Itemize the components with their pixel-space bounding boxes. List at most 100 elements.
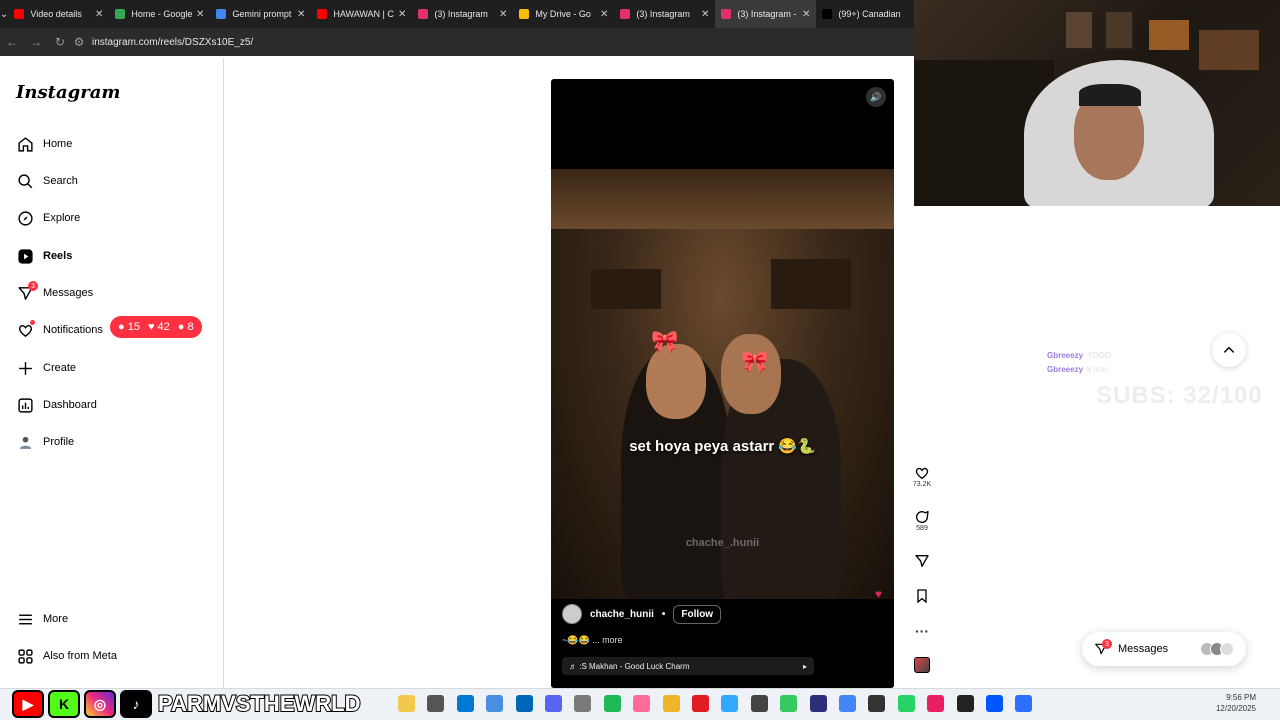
messages-pill[interactable]: Messages [1082, 632, 1246, 666]
sidebar-item-meta[interactable]: Also from Meta [16, 644, 117, 668]
reload-icon[interactable]: ↻ [48, 35, 72, 49]
subs-goal: SUBS: 32/100 [1096, 382, 1263, 409]
tab-close-icon[interactable]: ✕ [196, 9, 204, 20]
reel-caption: set hoya peya astarr 😂🐍 [629, 438, 816, 455]
taskbar-app-icon[interactable] [986, 695, 1003, 712]
back-icon[interactable]: ← [0, 35, 24, 49]
browser-tab[interactable]: (3) Instagram - ✕ [715, 0, 817, 28]
author-name[interactable]: chache_hunii [590, 609, 654, 620]
taskbar-app-icon[interactable] [574, 695, 592, 712]
browser-tab[interactable]: Video details ✕ [8, 0, 109, 28]
author-avatar[interactable] [562, 604, 582, 624]
sidebar-item-label: Dashboard [43, 399, 97, 411]
tab-close-icon[interactable]: ✕ [600, 9, 608, 20]
sidebar-item-search[interactable]: Search [16, 169, 78, 193]
tab-favicon-icon [620, 9, 631, 19]
taskbar-app-icon[interactable] [721, 695, 739, 712]
taskbar-app-icon[interactable] [633, 695, 651, 712]
browser-tab[interactable]: (99+) Canadian [816, 0, 917, 28]
compass-icon [16, 209, 34, 227]
message-avatars [1200, 642, 1234, 656]
instagram-logo[interactable]: Instagram [16, 82, 120, 103]
taskbar-app-icon[interactable] [809, 695, 827, 712]
notification-counts-pill[interactable]: ● 15 ♥ 42 ● 8 [110, 316, 202, 338]
browser-tab[interactable]: My Drive - Go ✕ [513, 0, 614, 28]
taskbar-app-icon[interactable] [427, 695, 445, 712]
forward-icon[interactable]: → [24, 35, 48, 49]
reel-description[interactable]: ~😂😂 ... more [562, 635, 623, 646]
taskbar-app-icon[interactable] [897, 695, 915, 712]
taskbar-app-icon[interactable] [456, 695, 474, 712]
sidebar-item-create[interactable]: Create [16, 356, 76, 380]
like-button[interactable]: 73.2K [908, 465, 936, 488]
taskbar-app-icon[interactable] [868, 695, 886, 712]
sidebar-item-profile[interactable]: Profile [16, 430, 74, 454]
taskbar-app-icon[interactable] [1015, 695, 1033, 712]
taskbar-app-icon[interactable] [398, 695, 415, 712]
reel-player[interactable]: 🎀 🎀 🔊 set hoya peya astarr 😂🐍 chache_.hu… [551, 79, 894, 688]
taskbar-app-icon[interactable] [662, 695, 680, 712]
tab-search-button[interactable]: ⌄ [0, 0, 8, 28]
reel-music[interactable]: ♬ :S Makhan - Good Luck Charm ▸ [562, 657, 814, 675]
sidebar-item-explore[interactable]: Explore [16, 206, 80, 230]
taskbar-app-icon[interactable] [927, 695, 945, 712]
sidebar-item-more[interactable]: More [16, 607, 68, 631]
tab-close-icon[interactable]: ✕ [398, 9, 406, 20]
share-button[interactable] [908, 553, 936, 569]
sidebar-item-reels[interactable]: Reels [16, 244, 72, 268]
tab-close-icon[interactable]: ✕ [701, 9, 709, 20]
address-bar: ← → ↻ ⚙ instagram.com/reels/DSZXs10E_z5/ [0, 28, 914, 56]
browser-tab[interactable]: (3) Instagram ✕ [614, 0, 715, 28]
kick-icon: K [48, 690, 80, 718]
tab-close-icon[interactable]: ✕ [499, 9, 507, 20]
tab-label: Home - Google [131, 9, 192, 19]
follow-button[interactable]: Follow [673, 604, 722, 624]
messages-pill-badge: 3 [1102, 639, 1112, 649]
taskbar-app-icon[interactable] [486, 695, 504, 712]
browser-tab[interactable]: Gemini prompt ✕ [210, 0, 311, 28]
taskbar-app-icon[interactable] [603, 695, 621, 712]
profile-avatar [16, 433, 34, 451]
taskbar-app-icon[interactable] [545, 695, 562, 712]
tab-close-icon[interactable]: ✕ [95, 9, 103, 20]
heart-icon [16, 320, 35, 339]
tab-label: My Drive - Go [535, 9, 591, 19]
music-label: ♬ :S Makhan - Good Luck Charm [569, 661, 690, 671]
search-icon [16, 172, 34, 190]
sidebar-item-home[interactable]: Home [16, 132, 72, 156]
taskbar-app-icon[interactable] [692, 695, 709, 712]
sidebar-item-dashboard[interactable]: Dashboard [16, 393, 97, 417]
tab-favicon-icon [115, 9, 126, 19]
taskbar-app-icon[interactable] [956, 695, 974, 712]
instagram-icon: ◎ [84, 690, 116, 718]
save-button[interactable] [908, 588, 936, 604]
face-left [646, 344, 706, 419]
scroll-up-button[interactable] [1212, 333, 1246, 367]
audio-thumbnail[interactable] [908, 657, 936, 673]
taskbar-app-icon[interactable] [515, 695, 533, 712]
sidebar-item-notifications[interactable]: Notifications [16, 318, 103, 342]
tab-close-icon[interactable]: ✕ [297, 9, 305, 20]
mute-button[interactable]: 🔊 [866, 87, 886, 107]
like-count-label: 73.2K [912, 481, 932, 488]
sidebar-item-label: Search [43, 175, 78, 187]
tab-close-icon[interactable]: ✕ [802, 9, 810, 20]
stream-chat: Gbreeezy YOOO Gbreeezy k nnn [1047, 349, 1111, 377]
sidebar-item-label: Profile [43, 436, 75, 448]
sidebar-item-messages[interactable]: 3 Messages [16, 281, 93, 305]
browser-tab[interactable]: Home - Google ✕ [109, 0, 210, 28]
tab-favicon-icon [14, 9, 25, 19]
more-options-icon[interactable]: ··· [908, 623, 936, 639]
taskbar-app-icon[interactable] [750, 695, 768, 712]
browser-tab[interactable]: HAWAWAN | C ✕ [311, 0, 412, 28]
sidebar-item-label: Explore [43, 212, 81, 224]
site-info-icon[interactable]: ⚙ [72, 35, 86, 49]
taskbar-app-icon[interactable] [780, 695, 798, 712]
chat-line: Gbreeezy YOOO [1047, 351, 1112, 360]
reel-video[interactable]: 🎀 🎀 [551, 169, 894, 599]
comment-button[interactable]: 589 [908, 509, 936, 532]
taskbar-app-icon[interactable] [839, 695, 856, 712]
url-field[interactable]: instagram.com/reels/DSZXs10E_z5/ [92, 37, 253, 48]
tab-label: (3) Instagram [434, 9, 488, 19]
browser-tab[interactable]: (3) Instagram ✕ [412, 0, 513, 28]
